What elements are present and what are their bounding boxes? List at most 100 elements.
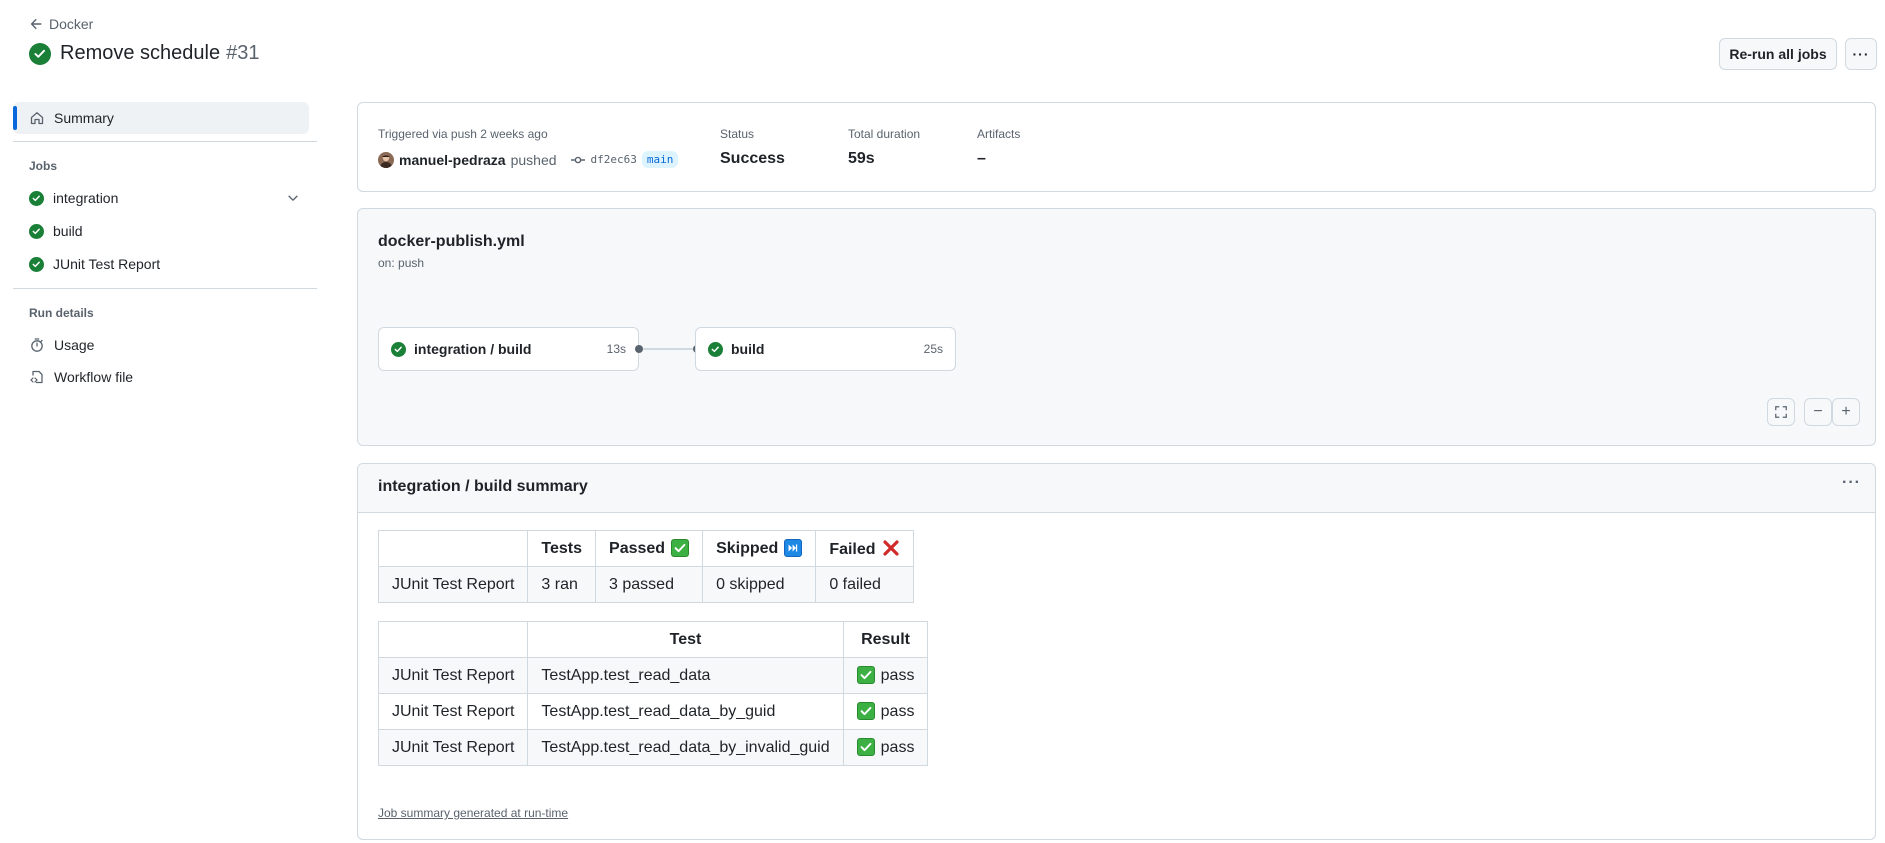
- status-label: Status: [720, 127, 755, 141]
- chevron-down-icon[interactable]: [286, 191, 300, 205]
- job-node-name: integration / build: [414, 341, 532, 357]
- result-text: pass: [880, 739, 915, 756]
- table-cell: JUnit Test Report: [377, 729, 529, 766]
- sidebar-divider: [13, 141, 317, 142]
- run-title: Remove schedule: [60, 42, 221, 64]
- page-title: Remove schedule #31: [29, 42, 259, 65]
- job-summary-card: integration / build summary ··· Tests Pa…: [357, 463, 1876, 840]
- table-row: JUnit Test Report TestApp.test_read_data…: [377, 657, 929, 694]
- workflow-trigger: on: push: [378, 256, 425, 270]
- run-info-card: Triggered via push 2 weeks ago manuel-pe…: [357, 102, 1876, 192]
- sidebar-item-build[interactable]: build: [29, 223, 83, 239]
- test-stats-table: Tests Passed Skipped Failed JUnit Test R…: [377, 530, 914, 603]
- sidebar-item-label: JUnit Test Report: [53, 256, 161, 272]
- stopwatch-icon: [31, 338, 43, 352]
- sidebar-item-label: Usage: [54, 337, 95, 353]
- run-details-heading: Run details: [29, 306, 94, 320]
- table-row: JUnit Test Report 3 ran 3 passed 0 skipp…: [377, 566, 914, 603]
- sidebar-item-integration[interactable]: integration: [29, 190, 118, 206]
- artifacts-label: Artifacts: [977, 127, 1021, 141]
- success-check-icon: [29, 190, 44, 206]
- home-icon: [30, 112, 44, 125]
- table-cell: 0 skipped: [702, 566, 817, 603]
- avatar: [378, 151, 394, 168]
- table-header-cell: Failed: [815, 530, 914, 567]
- check-mark-emoji-icon: [856, 666, 875, 684]
- branch-badge[interactable]: main: [641, 151, 679, 168]
- job-summary-footer-link[interactable]: Job summary generated at run-time: [378, 806, 568, 820]
- table-header-cell: Passed: [595, 530, 704, 567]
- summary-more-button[interactable]: ···: [1842, 474, 1861, 492]
- success-check-icon: [708, 341, 723, 357]
- table-cell: TestApp.test_read_data: [527, 657, 844, 694]
- active-indicator: [13, 106, 17, 130]
- sidebar-item-summary[interactable]: Summary: [13, 102, 309, 134]
- fullscreen-icon: [1775, 406, 1787, 418]
- result-text: pass: [880, 703, 915, 720]
- table-row: JUnit Test Report TestApp.test_read_data…: [377, 729, 929, 766]
- skip-emoji-icon: [784, 539, 803, 557]
- table-cell: 0 failed: [815, 566, 914, 603]
- success-check-icon: [29, 42, 51, 65]
- table-header-row: Test Result: [377, 621, 929, 658]
- table-cell: pass: [842, 657, 929, 694]
- table-cell: 3 passed: [595, 566, 704, 603]
- graph-connector-line: [643, 348, 693, 350]
- zoom-in-button[interactable]: +: [1832, 398, 1860, 426]
- table-cell: 3 ran: [527, 566, 597, 603]
- duration-label: Total duration: [848, 127, 921, 141]
- workflow-graph-card: docker-publish.yml on: push integration …: [357, 208, 1876, 446]
- commit-sha-link[interactable]: df2ec63: [591, 153, 637, 166]
- success-check-icon: [391, 341, 406, 357]
- table-cell: JUnit Test Report: [377, 693, 529, 730]
- sidebar-item-label: integration: [53, 190, 119, 206]
- back-link[interactable]: Docker: [29, 16, 93, 32]
- table-cell: JUnit Test Report: [377, 657, 529, 694]
- sidebar-item-label: Summary: [54, 110, 114, 126]
- run-number: #31: [226, 42, 260, 64]
- table-header-row: Tests Passed Skipped Failed: [377, 530, 914, 567]
- sidebar-item-label: build: [53, 223, 83, 239]
- table-header-cell: Result: [842, 621, 929, 658]
- sidebar-divider: [13, 288, 317, 289]
- job-node-duration: 13s: [606, 342, 626, 356]
- table-cell: TestApp.test_read_data_by_guid: [527, 693, 844, 730]
- zoom-out-button[interactable]: −: [1804, 398, 1832, 426]
- check-mark-emoji-icon: [856, 738, 875, 756]
- success-check-icon: [29, 223, 44, 239]
- check-mark-emoji-icon: [856, 702, 875, 720]
- back-link-label: Docker: [49, 16, 94, 32]
- job-node-integration-build[interactable]: integration / build 13s: [378, 327, 639, 371]
- graph-connector-dot: [635, 345, 643, 353]
- check-mark-emoji-icon: [671, 539, 690, 557]
- duration-value: 59s: [848, 150, 875, 167]
- workflow-filename[interactable]: docker-publish.yml: [378, 233, 525, 251]
- trigger-text: Triggered via push 2 weeks ago: [378, 127, 548, 141]
- sidebar-item-junit-test-report[interactable]: JUnit Test Report: [29, 256, 160, 272]
- sidebar-item-usage[interactable]: Usage: [29, 337, 94, 353]
- arrow-left-icon: [30, 18, 42, 30]
- rerun-all-jobs-button[interactable]: Re-run all jobs: [1719, 38, 1837, 70]
- table-header-cell: Test: [527, 621, 844, 658]
- table-cell: pass: [842, 693, 929, 730]
- job-node-name: build: [731, 341, 765, 357]
- git-commit-icon: [570, 156, 585, 163]
- job-node-build[interactable]: build 25s: [695, 327, 956, 371]
- actor-link[interactable]: manuel-pedraza: [399, 152, 506, 168]
- test-results-table: Test Result JUnit Test Report TestApp.te…: [377, 621, 929, 766]
- file-code-icon: [30, 370, 43, 384]
- more-options-button[interactable]: ···: [1845, 38, 1877, 70]
- jobs-heading: Jobs: [29, 159, 58, 173]
- table-header-cell: Skipped: [702, 530, 817, 567]
- table-cell: TestApp.test_read_data_by_invalid_guid: [527, 729, 844, 766]
- table-cell: JUnit Test Report: [377, 566, 529, 603]
- table-cell: pass: [842, 729, 929, 766]
- status-value: Success: [720, 150, 785, 167]
- table-header-cell: [377, 530, 529, 567]
- fullscreen-button[interactable]: [1767, 398, 1795, 426]
- header-label: Passed: [609, 540, 666, 557]
- header-label: Failed: [829, 540, 876, 558]
- action-text: pushed: [510, 151, 557, 168]
- table-row: JUnit Test Report TestApp.test_read_data…: [377, 693, 929, 730]
- sidebar-item-workflow-file[interactable]: Workflow file: [29, 369, 133, 385]
